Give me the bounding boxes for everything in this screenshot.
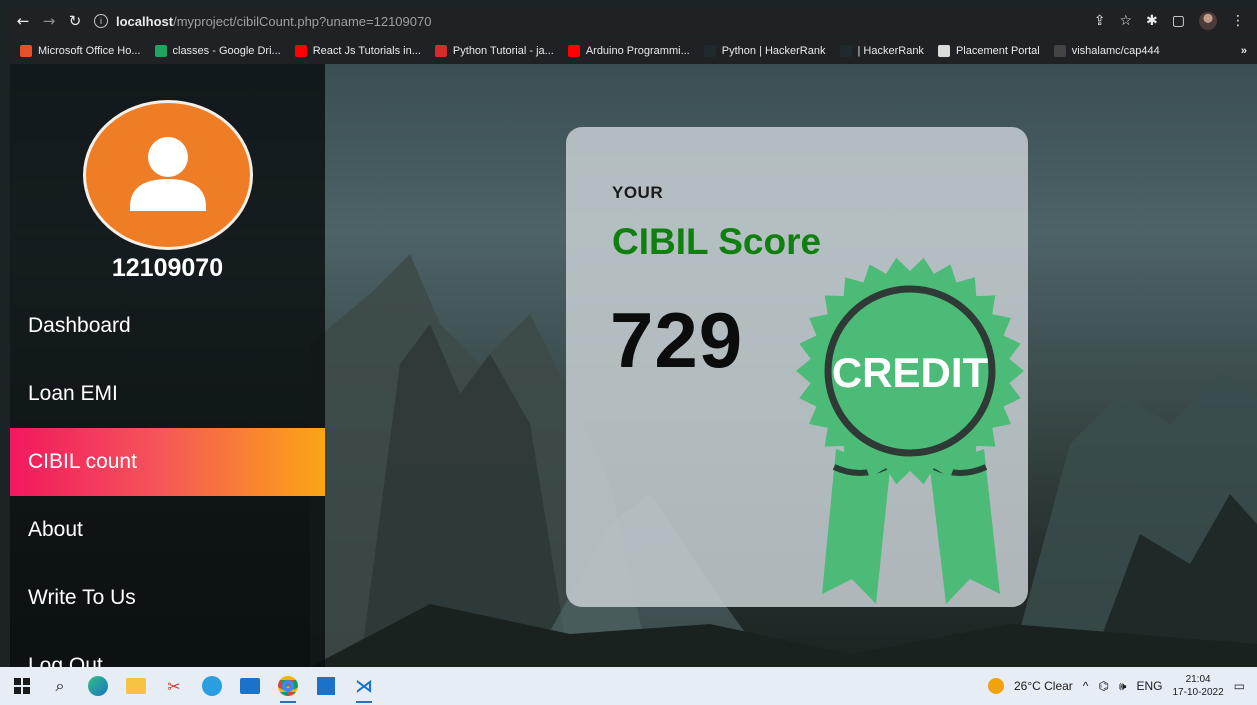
bookmark-label: Microsoft Office Ho... <box>38 45 141 57</box>
windows-start-icon[interactable] <box>6 667 38 705</box>
browser-toolbar: ← → ↻ i localhost/myproject/cibilCount.p… <box>10 8 1257 34</box>
sidebar: 12109070 Dashboard Loan EMI CIBIL count Abo… <box>10 64 325 667</box>
bookmark-label: Python | HackerRank <box>721 45 826 57</box>
sidebar-item-label: CIBIL count <box>28 450 137 473</box>
credit-badge-icon: CREDIT <box>796 257 1024 604</box>
bookmark-item[interactable]: React Js Tutorials in... <box>294 45 421 57</box>
url-path: /myproject/cibilCount.php?uname=12109070 <box>173 13 432 29</box>
bookmark-item[interactable]: classes - Google Dri... <box>154 45 281 57</box>
bookmark-item[interactable]: Python | HackerRank <box>703 45 826 57</box>
badge-text: CREDIT <box>832 349 989 396</box>
side-panel-icon[interactable]: ▢ <box>1172 13 1185 29</box>
bookmark-item[interactable]: | HackerRank <box>839 45 924 57</box>
chevron-up-icon[interactable]: ^ <box>1083 679 1089 693</box>
bookmark-item[interactable]: Microsoft Office Ho... <box>20 45 141 57</box>
bookmarks-more-icon[interactable]: » <box>1241 45 1257 57</box>
sidebar-item-loan-emi[interactable]: Loan EMI <box>10 360 325 428</box>
bookmark-favicon-icon <box>294 45 307 57</box>
bookmark-item[interactable]: vishalamc/cap444 <box>1053 45 1160 57</box>
bookmark-label: Placement Portal <box>955 45 1040 57</box>
username: 12109070 <box>111 254 224 282</box>
language-indicator[interactable]: ENG <box>1136 679 1162 693</box>
bookmark-label: React Js Tutorials in... <box>312 45 421 57</box>
bookmark-label: vishalamc/cap444 <box>1071 45 1160 57</box>
sidebar-item-dashboard[interactable]: Dashboard <box>10 292 325 360</box>
chrome-icon[interactable] <box>272 667 304 705</box>
bookmark-item[interactable]: Placement Portal <box>937 45 1040 57</box>
sidebar-item-log-out[interactable]: Log Out <box>10 632 325 667</box>
bookmark-favicon-icon <box>154 45 167 57</box>
bookmark-item[interactable]: Arduino Programmi... <box>567 45 690 57</box>
bookmark-favicon-icon <box>434 45 447 57</box>
network-icon[interactable]: ⌬ <box>1098 679 1108 693</box>
bookmark-item[interactable]: Python Tutorial - ja... <box>434 45 554 57</box>
url-host: localhost <box>116 13 174 29</box>
sidebar-item-label: Loan EMI <box>28 382 118 405</box>
sidebar-item-label: Dashboard <box>28 314 131 337</box>
card-pretitle: YOUR <box>612 183 664 202</box>
search-icon[interactable]: ⌕ <box>44 667 76 705</box>
sidebar-item-label: Write To Us <box>28 586 136 609</box>
info-icon[interactable]: i <box>94 14 108 28</box>
taskbar: ⌕ ✂ ⋊ 26°C Clear ^ ⌬ 🕪 ENG 21:04 17-10-2… <box>0 667 1257 705</box>
cibil-score-value: 729 <box>610 296 744 384</box>
bookmark-favicon-icon <box>839 45 852 57</box>
bookmark-label: classes - Google Dri... <box>172 45 281 57</box>
star-icon[interactable]: ☆ <box>1119 13 1132 29</box>
bookmark-favicon-icon <box>703 45 716 57</box>
forward-icon[interactable]: → <box>36 10 62 32</box>
bookmark-label: | HackerRank <box>857 45 924 57</box>
page-viewport: 12109070 Dashboard Loan EMI CIBIL count Abo… <box>10 64 1257 667</box>
sidebar-item-write-to-us[interactable]: Write To Us <box>10 564 325 632</box>
bookmarks-bar: Microsoft Office Ho... classes - Google D… <box>10 38 1257 64</box>
sidebar-item-about[interactable]: About <box>10 496 325 564</box>
app-icon[interactable] <box>310 667 342 705</box>
edge-icon[interactable] <box>82 667 114 705</box>
bookmark-favicon-icon <box>1053 45 1066 57</box>
telegram-icon[interactable] <box>196 667 228 705</box>
user-icon <box>130 137 206 211</box>
avatar <box>83 100 253 250</box>
notification-icon[interactable]: ▭ <box>1234 679 1245 693</box>
share-icon[interactable]: ⇪ <box>1094 13 1106 29</box>
bookmark-favicon-icon <box>567 45 580 57</box>
weather-icon[interactable] <box>987 678 1004 694</box>
clock-time: 21:04 <box>1185 674 1211 685</box>
system-tray: 26°C Clear ^ ⌬ 🕪 ENG 21:04 17-10-2022 ▭ <box>987 673 1257 699</box>
reload-icon[interactable]: ↻ <box>62 10 88 32</box>
address-bar[interactable]: i localhost/myproject/cibilCount.php?una… <box>94 10 431 32</box>
back-icon[interactable]: ← <box>10 10 36 32</box>
clock-date: 17-10-2022 <box>1172 687 1224 698</box>
extensions-icon[interactable]: ✱ <box>1146 13 1158 29</box>
sidebar-item-label: About <box>28 518 83 541</box>
file-explorer-icon[interactable] <box>120 667 152 705</box>
sidebar-item-cibil-count[interactable]: CIBIL count <box>10 428 325 496</box>
weather-text[interactable]: 26°C Clear <box>1014 679 1073 693</box>
mail-icon[interactable] <box>234 667 266 705</box>
bookmark-favicon-icon <box>937 45 950 57</box>
menu-icon[interactable]: ⋮ <box>1231 13 1245 29</box>
bookmark-favicon-icon <box>20 45 32 57</box>
bookmark-label: Arduino Programmi... <box>585 45 690 57</box>
sidebar-item-label: Log Out <box>28 654 103 667</box>
bookmark-label: Python Tutorial - ja... <box>452 45 554 57</box>
vscode-icon[interactable]: ⋊ <box>348 667 380 705</box>
clock[interactable]: 21:04 17-10-2022 <box>1173 673 1224 699</box>
profile-avatar-icon[interactable] <box>1199 12 1217 30</box>
volume-icon[interactable]: 🕪 <box>1119 679 1127 694</box>
snipping-tool-icon[interactable]: ✂ <box>158 667 190 705</box>
cibil-card: YOUR CIBIL Score 729 CREDIT <box>566 127 1028 607</box>
card-title: CIBIL Score <box>612 221 822 262</box>
